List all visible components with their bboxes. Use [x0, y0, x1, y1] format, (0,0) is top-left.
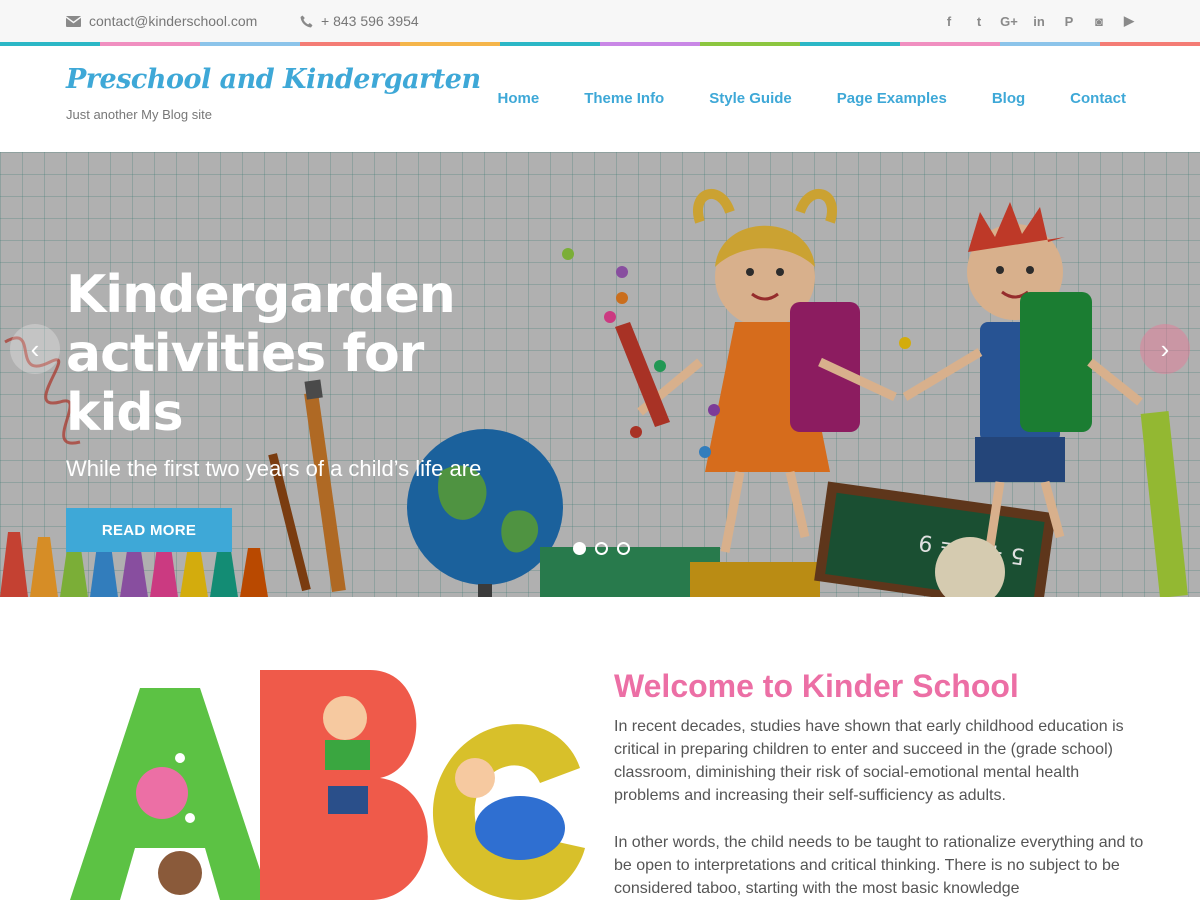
- instagram-icon[interactable]: ◙: [1090, 12, 1108, 30]
- contact-email[interactable]: contact@kinderschool.com: [66, 0, 257, 42]
- welcome-title: Welcome to Kinder School: [614, 668, 1019, 704]
- top-bar: contact@kinderschool.com + 843 596 3954 …: [0, 0, 1200, 42]
- slider-dot[interactable]: [617, 542, 630, 555]
- hero-slider: 5 + 4 = 9: [0, 152, 1200, 597]
- slider-dot[interactable]: [573, 542, 586, 555]
- google-plus-icon[interactable]: G+: [1000, 12, 1018, 30]
- abc-illustration: [70, 670, 585, 900]
- welcome-paragraph-2: In other words, the child needs to be ta…: [614, 834, 1144, 897]
- nav-blog[interactable]: Blog: [992, 90, 1025, 107]
- twitter-icon[interactable]: t: [970, 12, 988, 30]
- girl-face: [455, 758, 495, 798]
- welcome-paragraph-1: In recent decades, studies have shown th…: [614, 718, 1124, 804]
- youtube-icon[interactable]: ▶: [1120, 12, 1138, 30]
- contact-phone-text: + 843 596 3954: [321, 13, 419, 29]
- contact-email-text: contact@kinderschool.com: [89, 13, 258, 29]
- site-title[interactable]: Preschool and Kindergarten: [66, 64, 481, 95]
- chevron-right-icon: ›: [1160, 333, 1170, 364]
- nav-theme-info[interactable]: Theme Info: [584, 90, 664, 107]
- site-tagline: Just another My Blog site: [66, 107, 212, 122]
- pinterest-icon[interactable]: P: [1060, 12, 1078, 30]
- hero-title: Kindergarden activities for kids: [66, 265, 456, 443]
- linkedin-icon[interactable]: in: [1030, 12, 1048, 30]
- chevron-left-icon: ‹: [30, 333, 40, 364]
- nav-style-guide[interactable]: Style Guide: [709, 90, 792, 107]
- slider-next-button[interactable]: ›: [1140, 324, 1190, 374]
- child-face: [158, 851, 202, 895]
- hero-subtitle: While the first two years of a child’s l…: [66, 456, 482, 481]
- nav-page-examples[interactable]: Page Examples: [837, 90, 947, 107]
- boy-face: [323, 696, 367, 740]
- envelope-icon: [66, 15, 81, 27]
- slider-prev-button[interactable]: ‹: [10, 324, 60, 374]
- nav-contact[interactable]: Contact: [1070, 90, 1126, 107]
- phone-icon: [300, 15, 313, 27]
- slider-dot[interactable]: [595, 542, 608, 555]
- main-nav: Home Theme Info Style Guide Page Example…: [498, 90, 1126, 107]
- pink-flowers: [136, 767, 188, 819]
- contact-phone[interactable]: + 843 596 3954: [300, 0, 419, 42]
- social-links: f t G+ in P ◙ ▶: [940, 0, 1138, 42]
- facebook-icon[interactable]: f: [940, 12, 958, 30]
- site-header: Preschool and Kindergarten Just another …: [0, 46, 1200, 152]
- nav-home[interactable]: Home: [498, 90, 540, 107]
- slider-dots: [573, 542, 630, 555]
- read-more-button[interactable]: READ MORE: [66, 508, 232, 552]
